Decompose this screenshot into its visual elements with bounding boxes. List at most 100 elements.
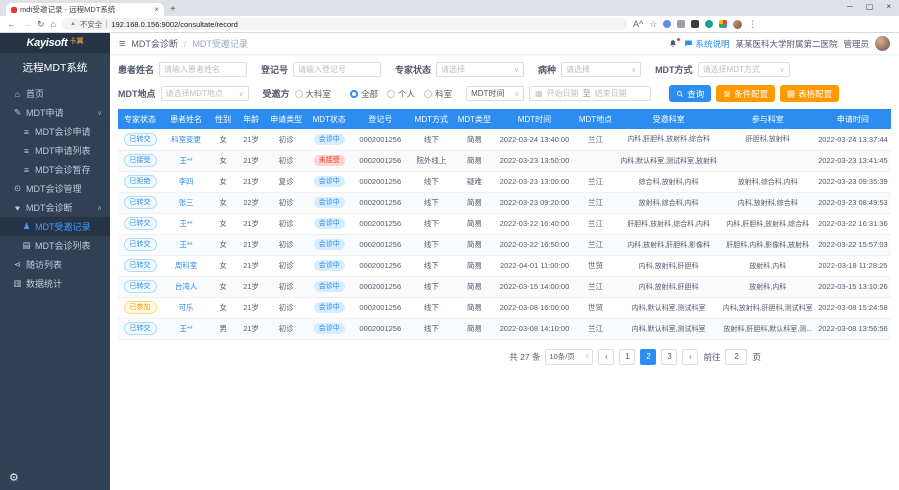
extension-icon[interactable] [705, 20, 713, 28]
page-button[interactable]: 1 [619, 349, 635, 365]
radio-label: 个人 [398, 88, 415, 100]
table-cell: 世贸 [575, 255, 617, 276]
patient-name-link[interactable]: 张三 [179, 198, 194, 207]
mdt-time-range-picker[interactable]: ▦ 开始日期 至 结束日期 [529, 86, 651, 101]
mdt-time-field-select[interactable]: MDT时间 ∨ [466, 86, 524, 101]
window-maximize-button[interactable]: ▢ [866, 2, 874, 11]
back-icon[interactable]: ← [7, 19, 16, 29]
patient-name-link[interactable]: 王** [179, 324, 192, 333]
sidebar-item[interactable]: ≡MDT会诊申请 [0, 122, 110, 141]
extension-icon[interactable] [677, 20, 685, 28]
sidebar-item[interactable]: ≡MDT申请列表 [0, 141, 110, 160]
doc-icon: ▤ [21, 240, 32, 251]
extension-icon[interactable] [663, 20, 671, 28]
table-cell: 已参加 [118, 297, 162, 318]
browser-profile-avatar[interactable] [733, 20, 742, 29]
condition-config-button[interactable]: 条件配置 [716, 85, 775, 102]
sidebar-item[interactable]: ▥数据统计 [0, 274, 110, 293]
site-favicon-icon [11, 7, 17, 13]
bookmark-star-icon[interactable]: ☆ [649, 19, 657, 30]
radio-icon [350, 90, 358, 98]
patient-name-link[interactable]: 台湾人 [175, 282, 198, 291]
page-button[interactable]: 2 [640, 349, 656, 365]
sidebar-item[interactable]: ≡MDT会诊暂存 [0, 160, 110, 179]
range-separator: 至 [583, 88, 591, 99]
table-cell: 0002001256 [352, 171, 408, 192]
breadcrumb-parent[interactable]: MDT会诊断 [131, 37, 178, 50]
radio-label: 大科室 [306, 88, 332, 100]
sidebar-item[interactable]: ⋖随访列表 [0, 255, 110, 274]
text-zoom-icon[interactable]: A^ [633, 19, 643, 29]
register-no-input[interactable] [293, 62, 381, 77]
table-cell: 0002001256 [352, 255, 408, 276]
disease-select[interactable]: 请选择 ∨ [561, 62, 641, 77]
patient-name-input[interactable] [159, 62, 247, 77]
filter-row-2: MDT地点 请选择MDT地点 ∨ 受邀方 大科室全部个人科室 MDT时间 ∨ ▦… [118, 81, 891, 106]
browser-tab[interactable]: mdt受邀记录 - 远程MDT系统 × [6, 3, 164, 16]
security-label[interactable]: 不安全 [80, 19, 103, 30]
expert-status-badge: 已转交 [124, 238, 157, 251]
page-size-select[interactable]: 10条/页 ∨ [545, 349, 593, 365]
invitee-radio-option[interactable]: 科室 [424, 88, 452, 100]
browser-menu-icon[interactable]: ⋮ [748, 19, 757, 30]
sidebar-item[interactable]: ⌂首页 [0, 84, 110, 103]
tab-close-icon[interactable]: × [154, 5, 159, 14]
home-icon[interactable]: ⌂ [51, 19, 56, 29]
sidebar-item[interactable]: ♟MDT受邀记录 [0, 217, 110, 236]
table-cell: 线下 [408, 234, 454, 255]
window-minimize-button[interactable]: ─ [847, 2, 853, 11]
patient-name-link[interactable]: 王** [179, 240, 192, 249]
patient-name-link[interactable]: 李四 [179, 177, 194, 186]
notification-bell-icon[interactable] [668, 39, 678, 49]
search-button[interactable]: 查询 [669, 85, 711, 102]
extension-icon[interactable] [719, 20, 727, 28]
system-help-link[interactable]: 系统说明 [684, 38, 729, 50]
page-content: 患者姓名 登记号 专家状态 请选择 ∨ 病种 请选择 ∨ MDT方式 请选择MD… [110, 54, 899, 490]
reload-icon[interactable]: ↻ [37, 19, 45, 30]
expert-status-select[interactable]: 请选择 ∨ [436, 62, 524, 77]
browser-tab-strip: mdt受邀记录 - 远程MDT系统 × + ─ ▢ × [0, 0, 899, 16]
user-avatar[interactable] [875, 36, 890, 51]
table-cell: 线下 [408, 276, 454, 297]
condition-config-label: 条件配置 [734, 88, 768, 100]
table-cell: 内科,肝胆科,放射科,综合科 [721, 213, 815, 234]
radio-icon [295, 90, 303, 98]
patient-name-link[interactable]: 周科室 [175, 261, 198, 270]
patient-name-link[interactable]: 王** [179, 219, 192, 228]
extension-icon[interactable] [691, 20, 699, 28]
invitee-radio-option[interactable]: 个人 [387, 88, 415, 100]
sidebar-item[interactable]: ▤MDT会诊列表 [0, 236, 110, 255]
invitee-radio-option[interactable]: 大科室 [295, 88, 332, 100]
forward-icon[interactable]: → [22, 19, 31, 29]
table-cell: 2022-03-23 09:20:00 [494, 192, 574, 213]
new-tab-button[interactable]: + [170, 4, 176, 15]
next-page-button[interactable]: › [682, 349, 698, 365]
url-bar[interactable]: ▲ 不安全 192.168.0.156:9002/consultate/reco… [62, 18, 627, 30]
table-cell: 线下 [408, 129, 454, 150]
mdt-place-select[interactable]: 请选择MDT地点 ∨ [161, 86, 249, 101]
page-button[interactable]: 3 [661, 349, 677, 365]
mdt-status-badge: 会诊中 [314, 197, 345, 208]
patient-name-link[interactable]: 可乐 [179, 303, 194, 312]
sidebar-item-label: MDT受邀记录 [35, 220, 91, 233]
gear-icon[interactable]: ⚙ [9, 471, 19, 484]
chevron-down-icon: ∨ [585, 353, 589, 360]
sidebar-item[interactable]: ⊙MDT会诊管理 [0, 179, 110, 198]
table-config-button[interactable]: 表格配置 [780, 85, 839, 102]
table-cell: 简易 [454, 276, 494, 297]
hamburger-icon[interactable]: ≡ [119, 38, 125, 50]
prev-page-button[interactable]: ‹ [598, 349, 614, 365]
sidebar-item[interactable]: ♥MDT会诊断∧ [0, 198, 110, 217]
table-row: 已转交王**男21岁初诊会诊中0002001256线下简易2022-03-08 … [118, 318, 891, 339]
patient-name-link[interactable]: 王** [179, 156, 192, 165]
goto-page-input[interactable] [725, 349, 747, 365]
sidebar-item[interactable]: ✎MDT申请∨ [0, 103, 110, 122]
expert-status-badge: 已转交 [124, 280, 157, 293]
invitee-radio-option[interactable]: 全部 [350, 88, 378, 100]
patient-name-link[interactable]: 科室变更 [171, 135, 201, 144]
window-close-button[interactable]: × [886, 2, 891, 11]
column-header: 申请类型 [266, 109, 306, 129]
mdt-mode-select[interactable]: 请选择MDT方式 ∨ [698, 62, 790, 77]
table-cell: 线下 [408, 213, 454, 234]
table-cell: 2022-03-24 13:40:00 [494, 129, 574, 150]
